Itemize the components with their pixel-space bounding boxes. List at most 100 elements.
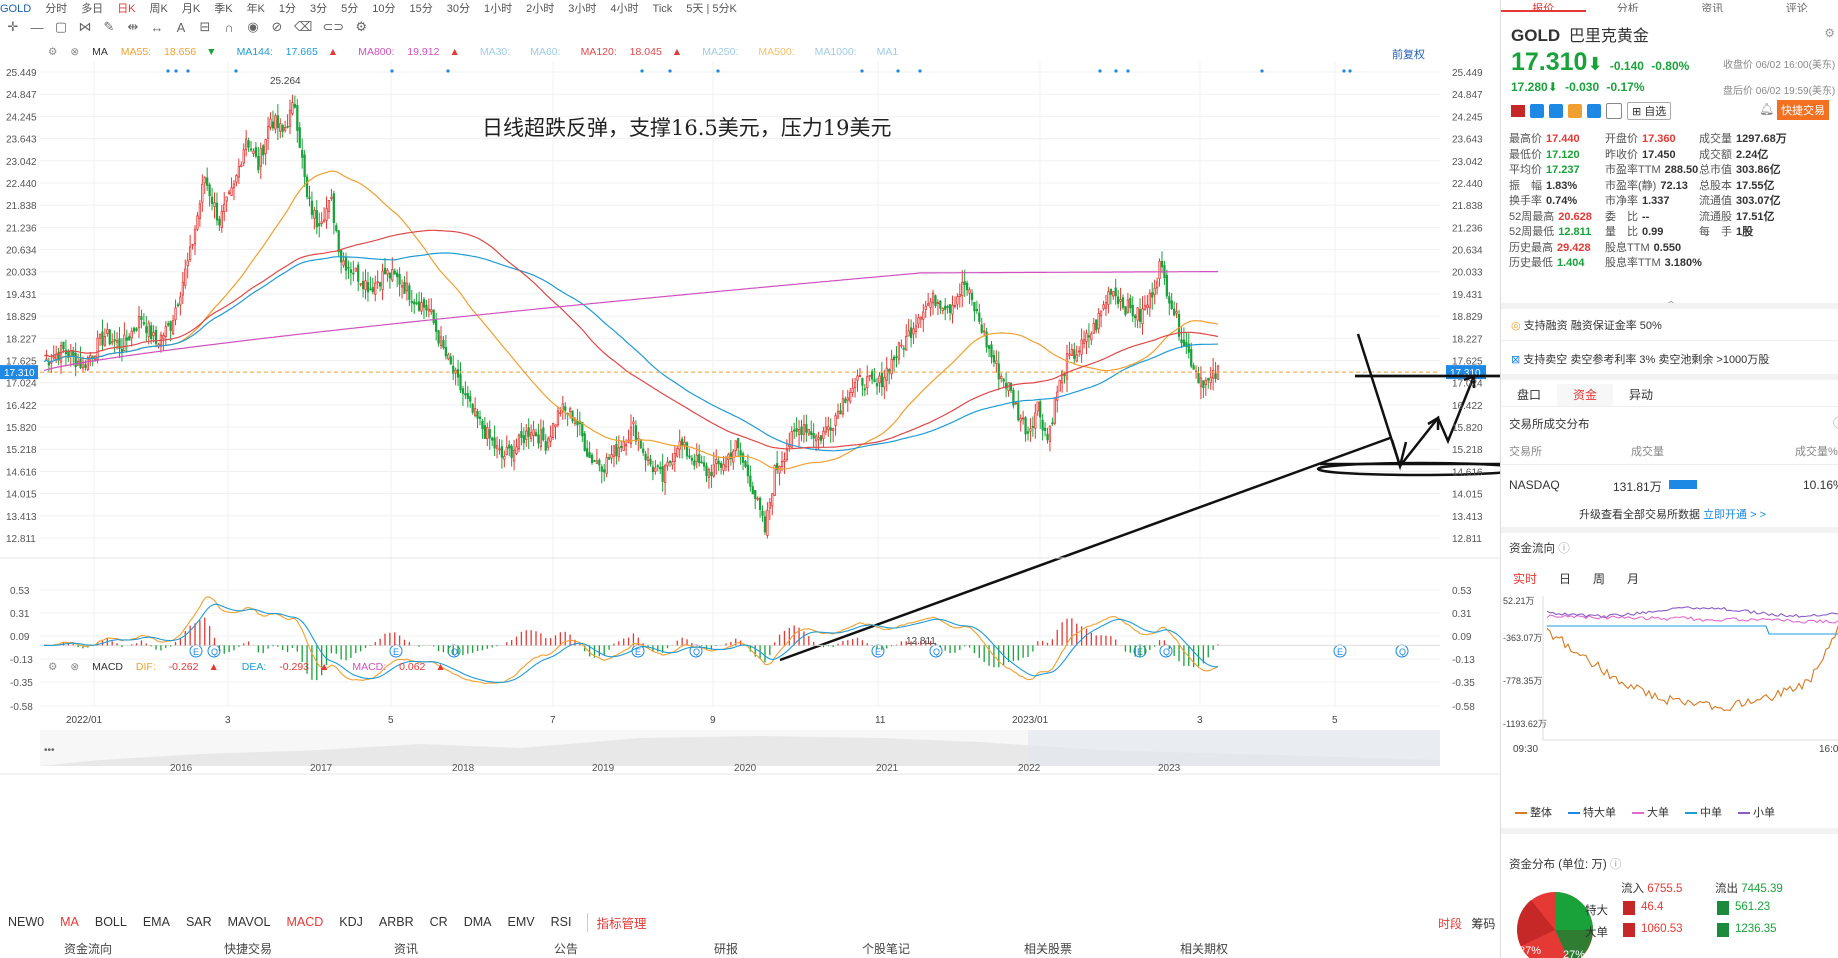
options-icon[interactable] [1568, 104, 1582, 118]
candle-body [147, 322, 150, 337]
candle-body [371, 287, 374, 293]
indicator-tab[interactable]: KDJ [339, 915, 363, 929]
period-tab[interactable]: 2小时 [526, 0, 554, 14]
rect-icon[interactable]: ▢ [54, 19, 68, 35]
indicator-tab[interactable]: RSI [551, 915, 572, 929]
indicator-tab[interactable]: EMA [143, 915, 170, 929]
arrow-icon[interactable]: ↔ [150, 20, 164, 35]
upgrade-link[interactable]: 立即开通 > > [1703, 509, 1766, 521]
bell-icon[interactable]: 🔔︎ [1759, 102, 1774, 116]
sub-tab[interactable]: 盘口 [1501, 384, 1557, 406]
flow-tab[interactable]: 实时 [1513, 570, 1537, 587]
settings-icon[interactable]: ⚙ [354, 19, 368, 35]
period-tab[interactable]: GOLD [0, 3, 31, 14]
indicator-tab[interactable]: EMV [508, 915, 535, 929]
period-tab[interactable]: 周K [150, 0, 168, 14]
period-tab[interactable]: 月K [182, 0, 200, 14]
line-icon[interactable]: ― [30, 20, 44, 35]
indicator-tab[interactable]: MA [60, 915, 79, 929]
sub-tab[interactable]: 异动 [1613, 384, 1669, 406]
macd-label[interactable]: MACD [92, 661, 123, 673]
eye-icon[interactable]: ◉ [246, 19, 260, 35]
bottom-tab[interactable]: 快捷交易 [224, 940, 272, 957]
period-tab[interactable]: 分时 [45, 0, 67, 14]
candle-body [1148, 292, 1151, 309]
info-icon[interactable]: ⓘ [1833, 414, 1838, 431]
quote-tab[interactable]: 报价 [1501, 0, 1586, 12]
candle-body [793, 429, 796, 432]
period-tab[interactable]: 季K [214, 0, 232, 14]
period-tab[interactable]: 年K [247, 0, 265, 14]
watchlist-button[interactable]: ⊞ 自选 [1627, 102, 1672, 120]
lock-icon[interactable]: ⊘ [270, 19, 284, 35]
flow-legend: 整体 特大单 大单 中单 小单 [1515, 804, 1775, 820]
period-tab[interactable]: 15分 [410, 0, 433, 14]
period-tab[interactable]: 1小时 [484, 0, 512, 14]
tab-period[interactable]: 时段 [1438, 917, 1462, 931]
period-tab[interactable]: 4小时 [610, 0, 638, 14]
candle-body [778, 465, 781, 474]
chart-icon[interactable] [1530, 104, 1544, 118]
period-tab[interactable]: 3分 [310, 0, 327, 14]
tag-icon[interactable] [1587, 104, 1601, 118]
crosshair-icon[interactable]: ✛ [6, 19, 20, 35]
period-tab[interactable]: 5天 | 5分K [686, 0, 737, 14]
indicator-tab[interactable]: MACD [286, 915, 323, 929]
tab-chips[interactable]: 筹码 [1471, 917, 1495, 931]
magnet-icon[interactable]: ∩ [222, 20, 236, 35]
exchange-name: NASDAQ [1509, 478, 1560, 492]
overview-window[interactable] [1028, 730, 1440, 766]
settings-icon[interactable]: ⚙ [48, 661, 57, 673]
indicator-tab[interactable]: NEW0 [8, 915, 44, 929]
candlestick-chart[interactable]: 17.31017.310EQEQEQEQEQEQ 25.44925.44924.… [0, 38, 1500, 908]
pen-icon[interactable]: ✎ [102, 19, 116, 35]
bottom-tab[interactable]: 资金流向 [64, 940, 112, 957]
quote-tab[interactable]: 分析 [1586, 0, 1671, 12]
bottom-tab[interactable]: 研报 [714, 940, 738, 957]
fib-icon[interactable]: ⋈ [78, 19, 92, 35]
dollar-icon[interactable] [1549, 104, 1563, 118]
indicator-tab[interactable]: DMA [464, 915, 492, 929]
close-icon[interactable]: ⊗ [70, 661, 79, 673]
group-icon[interactable]: ⊂⊃ [322, 19, 344, 35]
text-icon[interactable]: A [174, 20, 188, 35]
period-tab[interactable]: 多日 [81, 0, 103, 14]
period-tab[interactable]: 30分 [447, 0, 470, 14]
move-icon[interactable]: ⇹ [126, 19, 140, 35]
candle-body [296, 105, 299, 131]
bottom-tab[interactable]: 相关股票 [1024, 940, 1072, 957]
period-tab[interactable]: 1分 [279, 0, 296, 14]
ruler-icon[interactable]: ⊟ [198, 19, 212, 35]
clear-icon[interactable]: ⌫ [294, 19, 312, 35]
period-tab[interactable]: 10分 [372, 0, 395, 14]
overview-more-icon[interactable]: ••• [44, 745, 55, 756]
settings-icon[interactable]: ⚙ [1824, 26, 1835, 40]
flow-tab[interactable]: 周 [1593, 570, 1605, 587]
indicator-tab[interactable]: ARBR [379, 915, 414, 929]
us-flag-icon [1511, 105, 1525, 117]
flow-tab[interactable]: 月 [1627, 570, 1639, 587]
indicator-tab[interactable]: CR [430, 915, 448, 929]
period-tab[interactable]: 5分 [341, 0, 358, 14]
quote-tab[interactable]: 评论 [1755, 0, 1838, 12]
quote-tab[interactable]: 资讯 [1670, 0, 1755, 12]
period-tab[interactable]: 日K [117, 0, 135, 14]
bottom-tab[interactable]: 资讯 [394, 940, 418, 957]
flow-tab[interactable]: 日 [1559, 570, 1571, 587]
note-icon[interactable] [1606, 103, 1622, 119]
period-tab[interactable]: Tick [653, 3, 673, 14]
time-axis-label: 9 [710, 715, 716, 726]
indicator-tab[interactable]: 指标管理 [587, 912, 646, 932]
indicator-tab[interactable]: BOLL [95, 915, 127, 929]
fund-flow-chart[interactable]: 52.21万 -363.07万 -778.35万 -1193.62万 09:30 16:0 [1501, 590, 1838, 780]
indicator-tab[interactable]: MAVOL [228, 915, 271, 929]
sub-tab[interactable]: 资金 [1557, 384, 1613, 406]
quick-trade-button[interactable]: 快捷交易 [1777, 100, 1829, 120]
bottom-tab[interactable]: 个股笔记 [862, 940, 910, 957]
period-tab[interactable]: 3小时 [568, 0, 596, 14]
indicator-tab[interactable]: SAR [186, 915, 212, 929]
time-axis-label: 5 [1332, 715, 1338, 726]
bottom-tab[interactable]: 公告 [554, 940, 578, 957]
event-marker-label: E [875, 647, 881, 657]
bottom-tab[interactable]: 相关期权 [1180, 940, 1228, 957]
